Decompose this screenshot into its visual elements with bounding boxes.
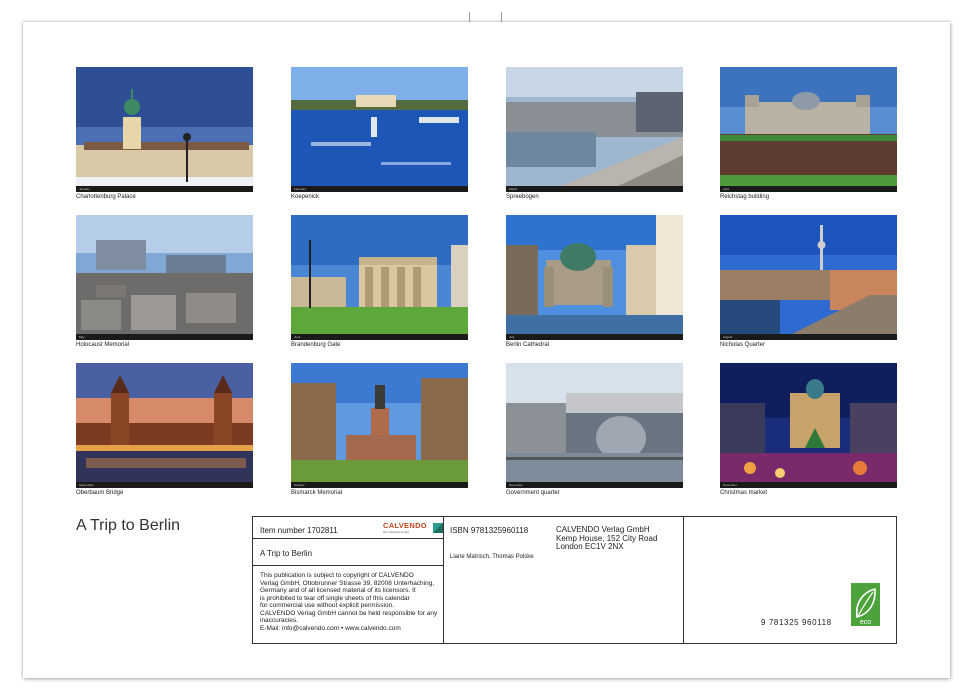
info-divider [253,565,443,566]
month-strip: July [506,334,683,340]
calendar-photo: January [76,67,253,192]
barcode-bars [761,583,833,617]
info-divider [443,517,444,643]
copyright-line: E-Mail: info@calvendo.com • www.calvendo… [260,624,401,632]
copyright-notice: This publication is subject to copyright… [260,572,442,632]
photo-illustration [720,67,897,192]
photo-illustration [720,215,897,340]
photo-caption: Brandenburg Gate [291,342,341,348]
photo-caption: Nicholas Quarter [720,342,766,348]
month-strip: December [720,482,897,488]
calendar-photo: November [506,363,683,488]
photo-caption: Koepenick [291,194,320,200]
publisher-address: CALVENDO Verlag GmbH Kemp House, 152 City… [556,525,657,552]
month-strip: January [76,186,253,192]
authors: Liane Matrisch, Thomas Polske [450,554,534,560]
info-divider [683,517,684,643]
logo-mark-icon [433,523,443,533]
copyright-line: Germany and of all licensed material of … [260,587,416,594]
month-strip: March [506,186,683,192]
calendar-photo: June [291,215,468,340]
month-label: September [79,483,94,487]
photo-illustration [506,67,683,192]
photo-caption: Reichstag building [720,194,770,200]
photo-illustration [76,363,253,488]
copyright-line: for commercial use without explicit perm… [260,602,395,609]
month-label: July [509,335,515,339]
month-strip: September [76,482,253,488]
photo-illustration [291,215,468,340]
month-label: April [723,187,730,191]
info-box: Item number 1702811 CALVENDO Der Kalende… [252,516,897,644]
photo-caption: Holocaust Memorial [76,342,130,348]
photo-illustration [291,363,468,488]
month-strip: November [506,482,683,488]
month-strip: April [720,186,897,192]
copyright-line: CALVENDO Verlag GmbH cannot be held resp… [260,609,438,617]
photo-illustration [720,363,897,488]
item-number: Item number 1702811 [260,526,338,535]
photo-caption: Charlottenburg Palace [76,194,136,200]
photo-caption: Government quarter [506,490,560,496]
copyright-line: inaccuracies. [260,617,298,624]
calendar-photo: April [720,67,897,192]
photo-illustration [506,215,683,340]
month-strip: October [291,482,468,488]
calendar-photo: May [76,215,253,340]
barcode-number: 9 781325 960118 [761,618,832,627]
photo-illustration [76,67,253,192]
month-strip: February [291,186,468,192]
calendar-photo: September [76,363,253,488]
calendar-photo: March [506,67,683,192]
month-strip: August [720,334,897,340]
calendar-photo: October [291,363,468,488]
month-label: January [79,187,90,191]
photo-caption: Spreebogen [506,194,539,200]
copyright-line: is prohibited to tear off single sheets … [260,594,410,602]
eco-label: eco [860,619,871,626]
photo-illustration [506,363,683,488]
month-label: February [294,187,307,191]
month-label: October [294,483,305,487]
month-strip: May [76,334,253,340]
product-title: A Trip to Berlin [260,549,313,558]
month-label: November [509,483,523,487]
photo-caption: Christmas market [720,490,768,496]
month-label: May [79,335,85,339]
isbn: ISBN 9781325960118 [450,526,529,535]
month-label: August [723,335,733,339]
photo-illustration [291,67,468,192]
calendar-photo: February [291,67,468,192]
calendar-photo: December [720,363,897,488]
calendar-photo: July [506,215,683,340]
barcode: 9 781325 960118 [761,583,833,627]
month-label: March [509,187,518,191]
copyright-line: Verlag GmbH, Ottobrunner Strasse 39, 820… [260,579,435,587]
calendar-photo: August [720,215,897,340]
photo-illustration [76,215,253,340]
month-label: June [294,335,301,339]
month-strip: June [291,334,468,340]
month-label: December [723,483,737,487]
eco-badge: eco [851,583,880,626]
calvendo-logo: CALVENDO Der Kalenderverlag [383,521,443,539]
calendar-title: A Trip to Berlin [76,517,181,534]
copyright-line: This publication is subject to copyright… [260,572,414,579]
publisher-line: London EC1V 2NX [556,542,624,551]
photo-caption: Berlin Cathedral [506,342,550,348]
photo-caption: Oberbaum Bridge [76,490,124,496]
leaf-icon: eco [855,587,876,626]
photo-caption: Bismarck Memorial [291,490,343,496]
